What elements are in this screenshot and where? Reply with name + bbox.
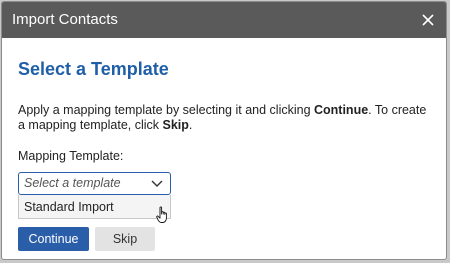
instructions-skip-emphasis: Skip (162, 118, 189, 132)
chevron-down-icon (151, 180, 163, 187)
mapping-template-select[interactable]: Select a template (18, 172, 171, 195)
continue-button[interactable]: Continue (18, 227, 89, 251)
template-dropdown-list: Standard Import (18, 195, 171, 219)
skip-button[interactable]: Skip (95, 227, 155, 251)
close-icon (422, 14, 434, 26)
page-heading: Select a Template (18, 59, 169, 79)
dialog-title: Import Contacts (12, 11, 118, 28)
hand-pointer-cursor (156, 206, 167, 223)
instructions-part-3: . (188, 118, 193, 132)
option-label: Standard Import (24, 200, 114, 214)
close-button[interactable] (419, 11, 437, 29)
instructions-part-1: Apply a mapping template by selecting it… (18, 103, 314, 117)
mapping-template-label: Mapping Template: (18, 149, 124, 163)
select-placeholder: Select a template (24, 176, 121, 190)
dialog-titlebar: Import Contacts (2, 2, 446, 38)
instructions-continue-emphasis: Continue (314, 103, 369, 117)
import-contacts-dialog: Import Contacts Select a Template Apply … (1, 1, 447, 260)
template-option-standard-import[interactable]: Standard Import (19, 195, 170, 218)
instructions-text: Apply a mapping template by selecting it… (18, 103, 428, 133)
